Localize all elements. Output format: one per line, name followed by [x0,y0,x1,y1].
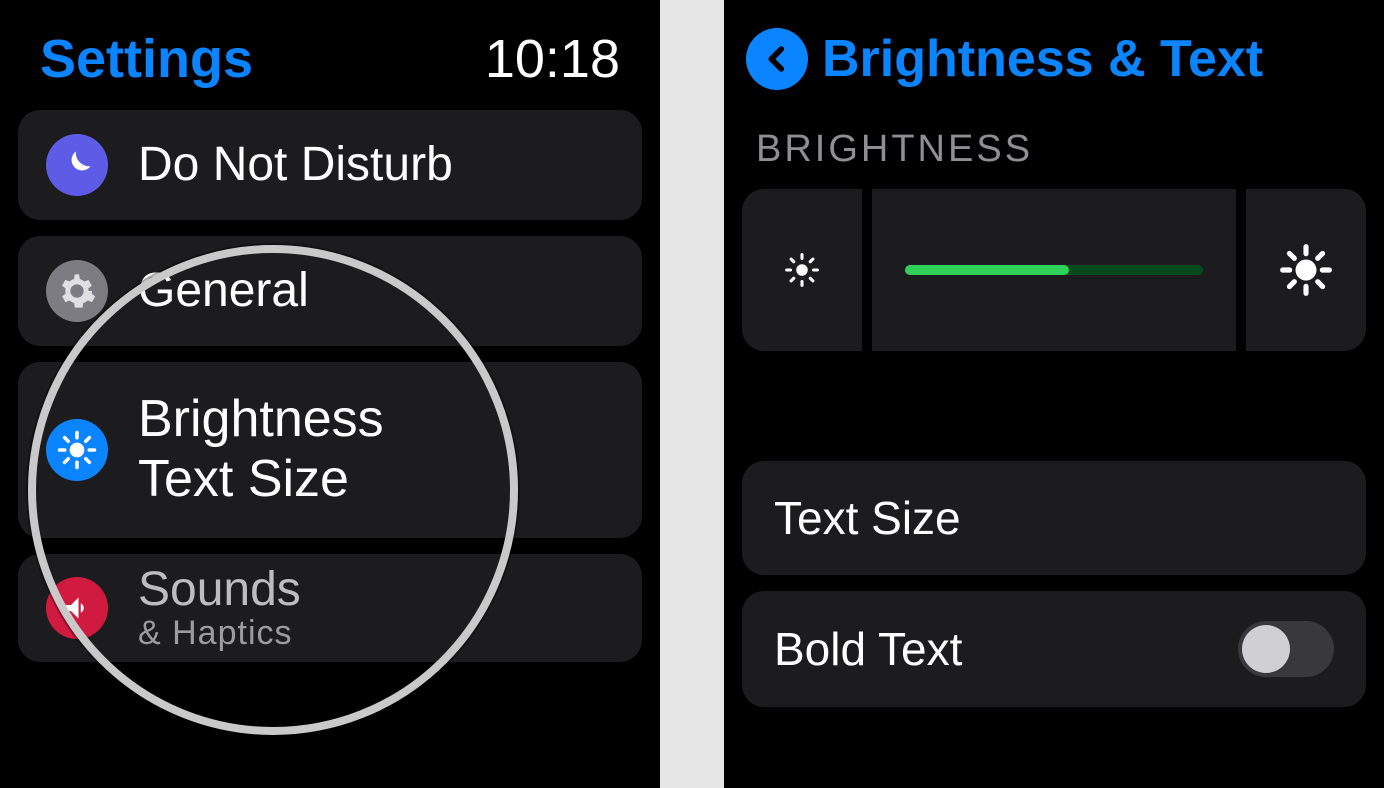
page-title: Settings [40,28,253,90]
moon-icon [46,134,108,196]
row-general[interactable]: General [18,236,642,346]
back-button[interactable] [746,28,808,90]
brightness-up-button[interactable] [1246,189,1366,351]
row-label: Brightness Text Size [138,390,384,510]
row-label: Sounds & Haptics [138,562,301,652]
page-title: Brightness & Text [822,29,1263,89]
brightness-bar [905,265,1203,275]
row-label: Do Not Disturb [138,137,453,192]
brightness-down-button[interactable] [742,189,862,351]
bold-text-toggle[interactable] [1238,621,1334,677]
brightness-slider [724,189,1384,351]
brightness-text-screen: Brightness & Text BRIGHTNESS [724,0,1384,788]
row-text-size[interactable]: Text Size [742,461,1366,575]
toggle-knob [1242,625,1290,673]
brightness-fill [905,265,1069,275]
sun-large-icon [1278,242,1334,298]
row-brightness-text-size[interactable]: Brightness Text Size [18,362,642,538]
settings-list: Do Not Disturb General [0,110,660,662]
brightness-track[interactable] [872,189,1236,351]
sun-small-icon [779,247,825,293]
clock-time: 10:18 [485,28,620,90]
gear-icon [46,260,108,322]
sun-icon [46,419,108,481]
row-do-not-disturb[interactable]: Do Not Disturb [18,110,642,220]
settings-screen: Settings 10:18 Do Not Disturb General [0,0,660,788]
section-header-brightness: BRIGHTNESS [724,116,1384,189]
status-bar: Settings 10:18 [0,0,660,110]
row-label: Text Size [774,491,961,545]
row-bold-text[interactable]: Bold Text [742,591,1366,707]
row-sounds-haptics[interactable]: Sounds & Haptics [18,554,642,662]
row-label: Bold Text [774,622,962,676]
row-label: General [138,263,309,318]
speaker-icon [46,577,108,639]
nav-bar: Brightness & Text [724,0,1384,116]
chevron-left-icon [760,42,794,76]
